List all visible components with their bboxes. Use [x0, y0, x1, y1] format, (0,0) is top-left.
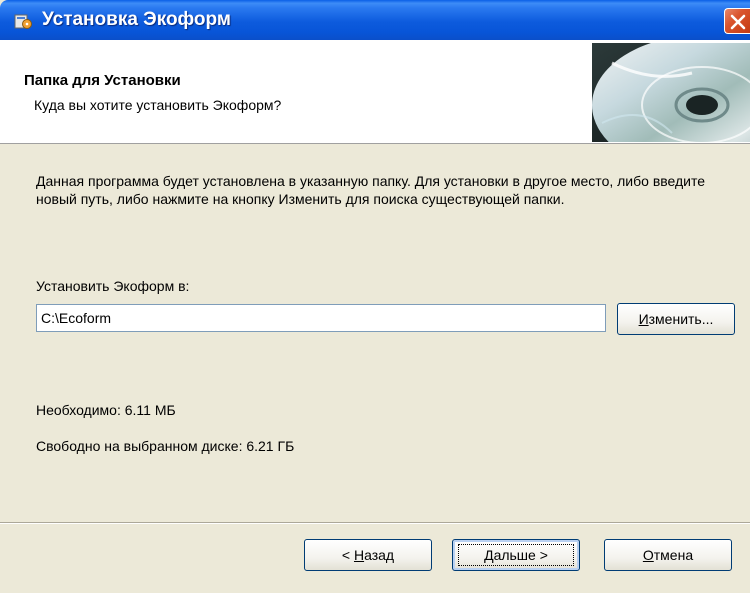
space-required-text: Необходимо: 6.11 МБ: [36, 402, 176, 418]
cancel-button-mnemonic: О: [642, 547, 654, 563]
focus-rect: [458, 544, 574, 566]
space-free-text: Свободно на выбранном диске: 6.21 ГБ: [36, 438, 295, 454]
change-button[interactable]: Изменить...: [617, 303, 735, 335]
back-button-prefix: <: [341, 547, 354, 563]
title-bar[interactable]: Установка Экоформ: [0, 0, 750, 40]
install-path-label: Установить Экоформ в:: [36, 278, 190, 294]
footer-separator: [0, 522, 750, 524]
installer-icon: [14, 12, 32, 30]
close-button[interactable]: [724, 8, 750, 34]
cd-disc-icon: [592, 43, 750, 142]
installer-window: Установка Экоформ Папка для Установки Ку…: [0, 0, 750, 593]
back-button-label: азад: [364, 547, 395, 563]
change-button-label: зменить...: [648, 311, 714, 327]
page-title: Папка для Установки: [24, 72, 181, 89]
header-panel: Папка для Установки Куда вы хотите устан…: [0, 40, 750, 144]
change-button-mnemonic: И: [638, 311, 649, 327]
next-button[interactable]: Дальше >: [452, 539, 580, 571]
page-subtitle: Куда вы хотите установить Экоформ?: [34, 97, 282, 113]
description-text: Данная программа будет установлена в ука…: [36, 173, 706, 207]
back-button-mnemonic: Н: [353, 547, 365, 563]
install-path-input[interactable]: [36, 304, 606, 332]
close-icon: [730, 14, 746, 30]
window-title: Установка Экоформ: [42, 9, 231, 30]
back-button[interactable]: < Назад: [304, 539, 432, 571]
cancel-button-label: тмена: [653, 547, 694, 563]
cancel-button[interactable]: Отмена: [604, 539, 732, 571]
